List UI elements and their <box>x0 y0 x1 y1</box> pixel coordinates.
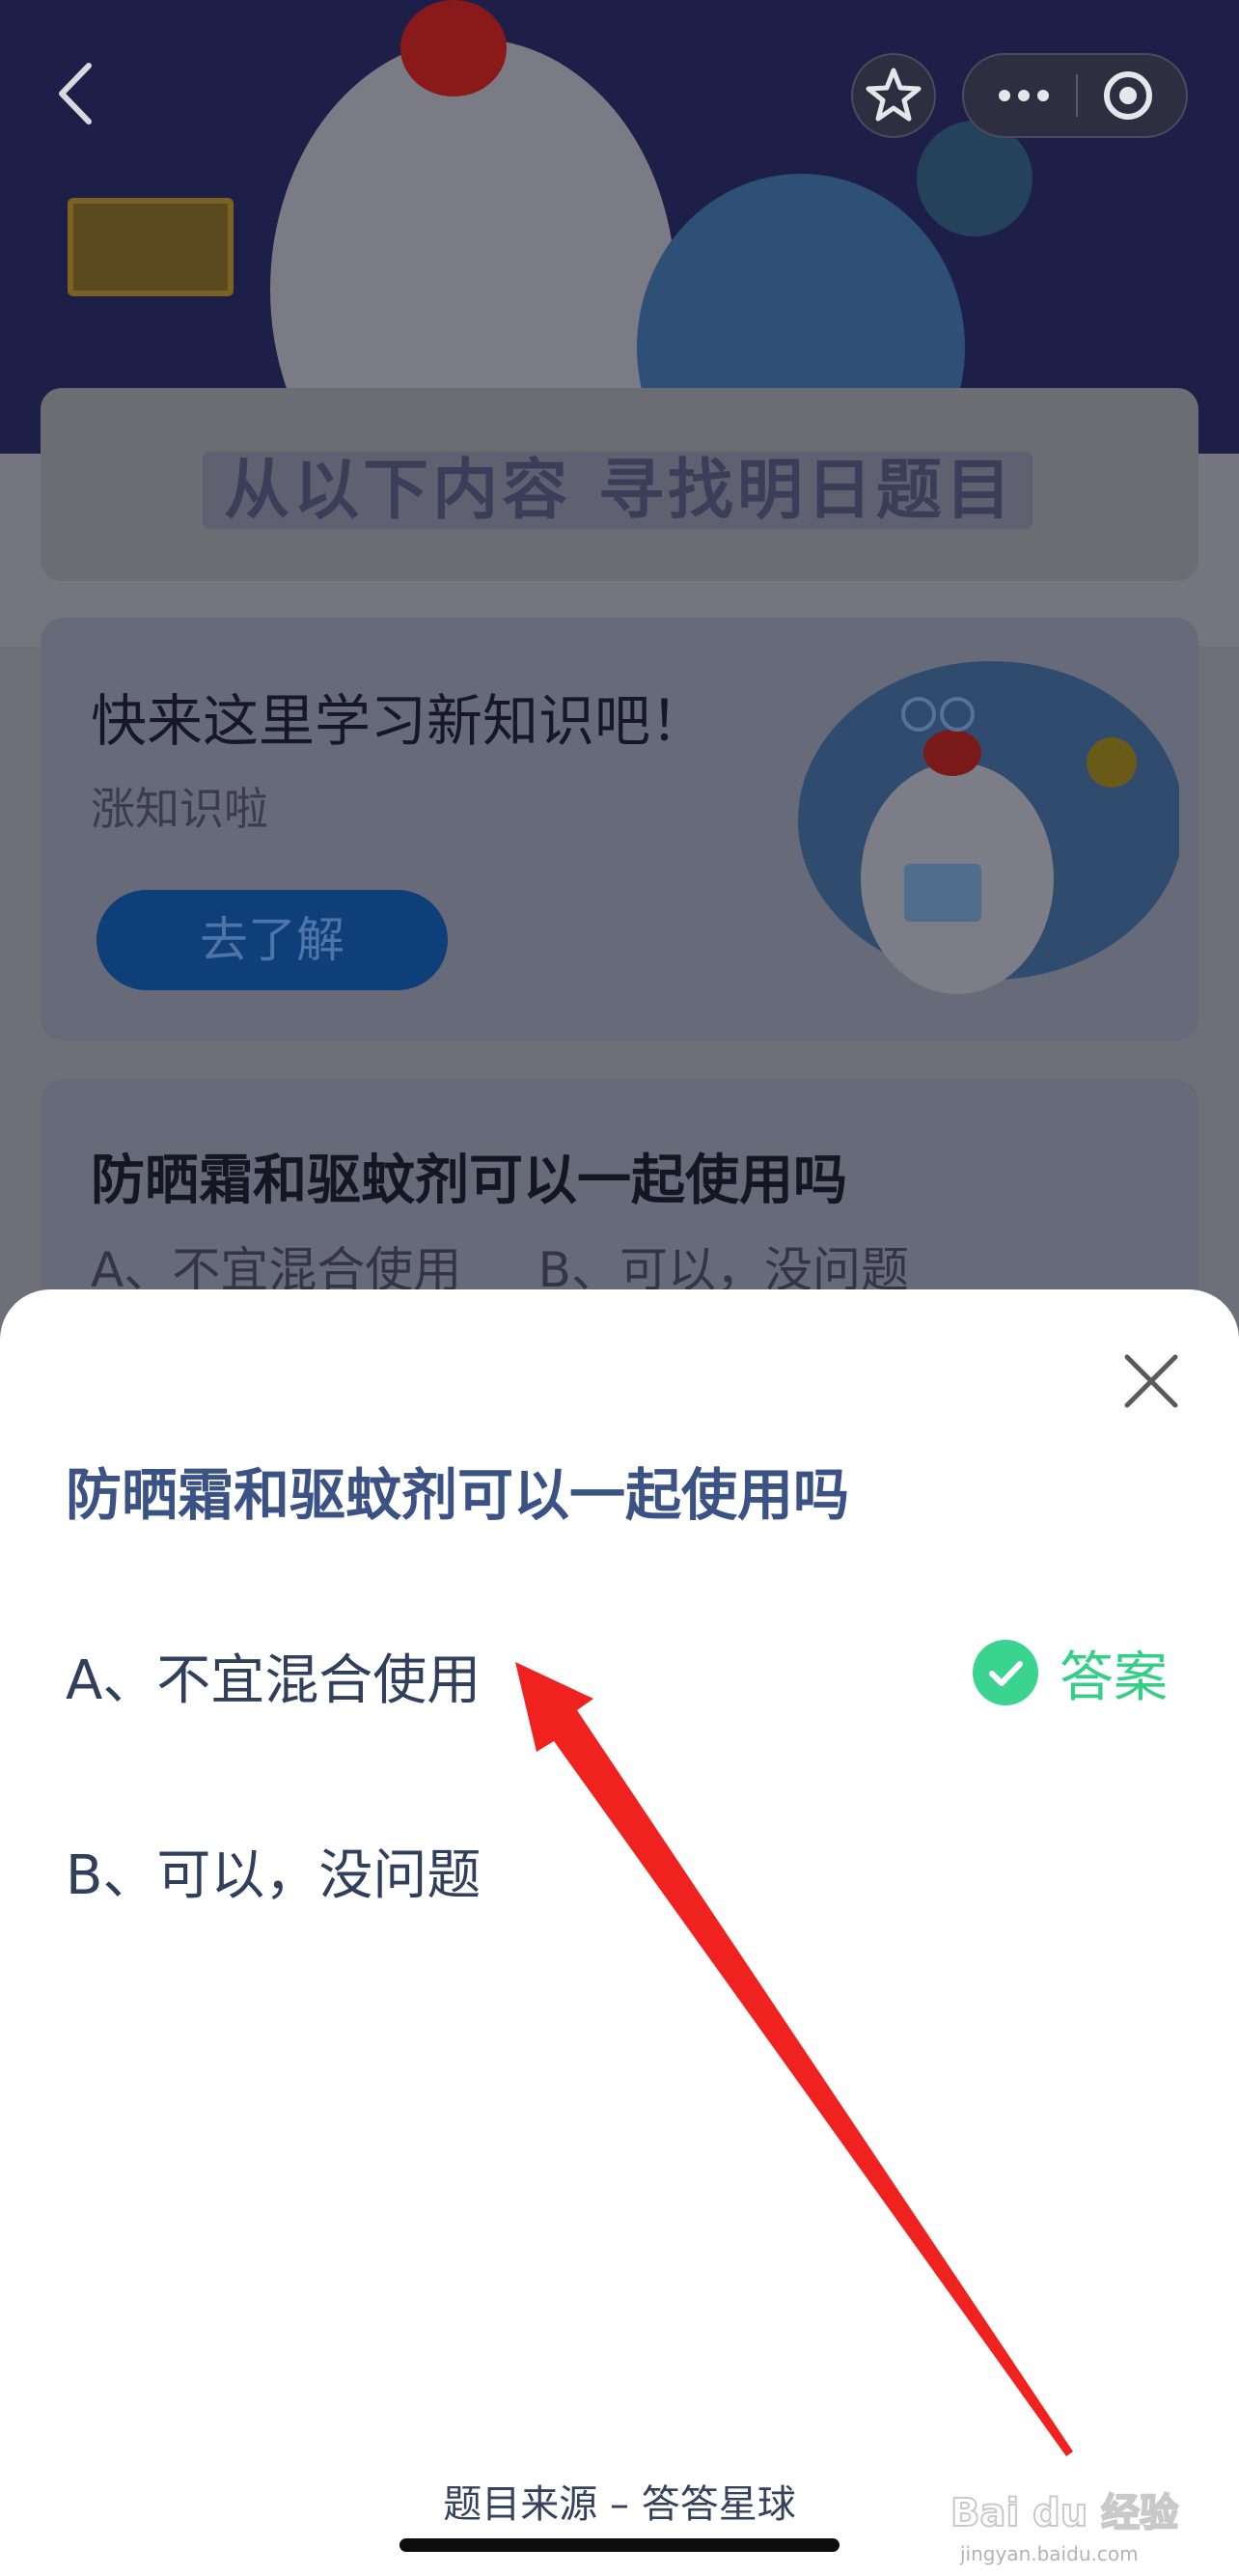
baidu-jingyan-watermark: Bai du 经验 jingyan.baidu.com <box>950 2490 1179 2565</box>
home-indicator <box>399 2538 840 2552</box>
more-button[interactable] <box>964 55 1076 136</box>
check-circle-icon <box>973 1640 1038 1705</box>
favorite-button[interactable] <box>851 53 936 138</box>
learn-card-title: 快来这里学习新知识吧！ <box>91 688 707 754</box>
planet-illustration <box>917 121 1032 236</box>
learn-more-button[interactable]: 去了解 <box>96 890 448 990</box>
reading-chick-illustration <box>798 661 1179 994</box>
chick-comb-illustration <box>400 0 507 97</box>
more-dots-icon <box>999 90 1049 101</box>
watermark-text: Bai du 经验 <box>950 2491 1178 2535</box>
watermark-subtext: jingyan.baidu.com <box>959 2542 1139 2565</box>
sheet-question: 防晒霜和驱蚊剂可以一起使用吗 <box>66 1462 850 1528</box>
answer-badge: 答案 <box>973 1637 1168 1709</box>
star-icon <box>866 68 922 122</box>
quiz-answer-page: 从以下内容 寻找明日题目 快来这里学习新知识吧！ 涨知识啦 去了解 防晒霜和驱蚊… <box>0 0 1239 2576</box>
learn-card-subtitle: 涨知识啦 <box>91 783 268 835</box>
target-circle-icon <box>1104 71 1152 120</box>
medal-frame-illustration <box>68 198 234 296</box>
answer-sheet: 防晒霜和驱蚊剂可以一起使用吗 A、不宜混合使用 答案 B、可以，没问题 <box>0 1289 1239 2576</box>
section-title: 从以下内容 寻找明日题目 <box>224 453 1015 529</box>
close-x-icon <box>1124 1354 1178 1408</box>
chevron-left-icon <box>59 63 92 125</box>
back-button[interactable] <box>50 60 104 127</box>
close-miniapp-button[interactable] <box>1078 55 1186 136</box>
option-b[interactable]: B、可以，没问题 <box>66 1832 481 1910</box>
miniapp-capsule <box>962 53 1188 138</box>
question-card-title: 防晒霜和驱蚊剂可以一起使用吗 <box>91 1150 847 1212</box>
option-a[interactable]: A、不宜混合使用 <box>66 1637 481 1715</box>
answer-label: 答案 <box>1060 1646 1168 1709</box>
learn-card[interactable]: 快来这里学习新知识吧！ 涨知识啦 去了解 <box>41 618 1198 1040</box>
close-sheet-button[interactable] <box>1117 1347 1185 1415</box>
